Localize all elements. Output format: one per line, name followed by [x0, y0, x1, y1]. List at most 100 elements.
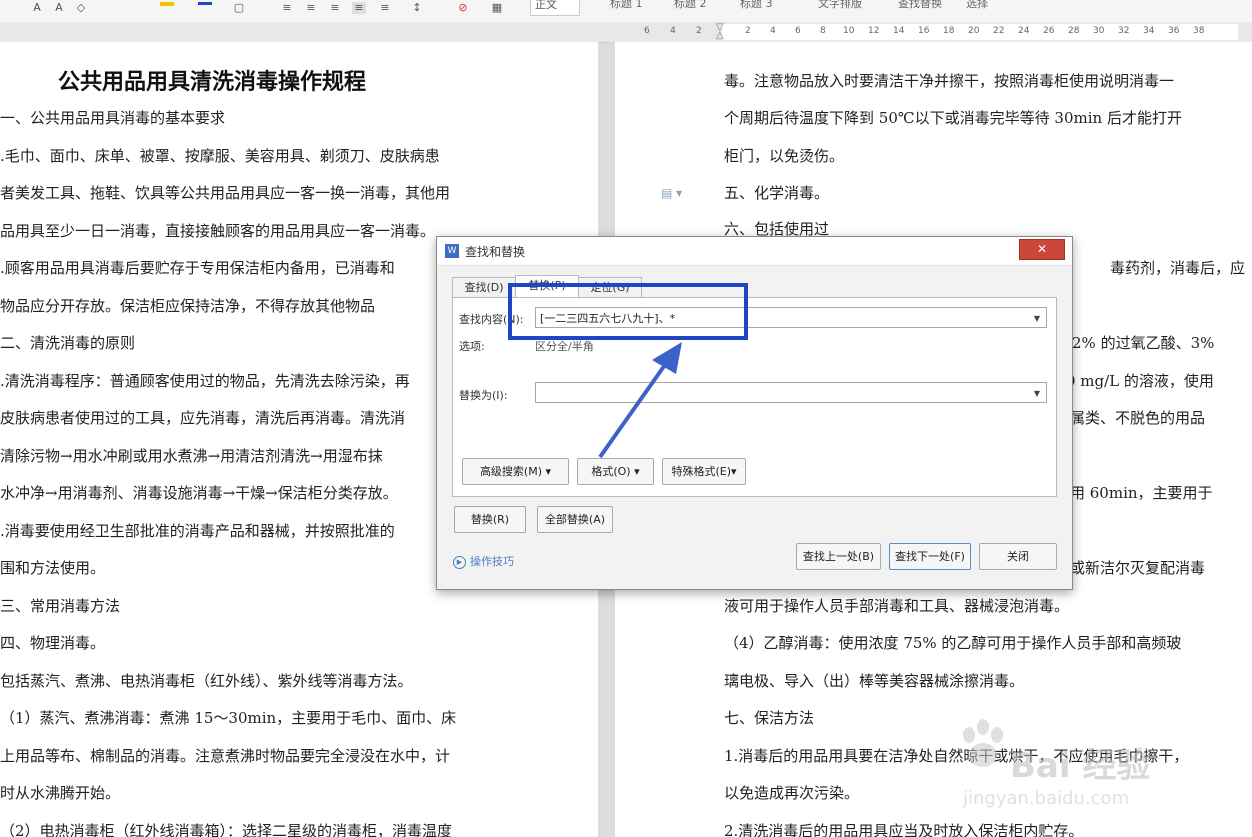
replace-input[interactable]: ▼ — [535, 382, 1047, 403]
document-line: .消毒要使用经卫生部批准的消毒产品和器械，并按照批准的 — [0, 522, 395, 540]
document-line: 者美发工具、拖鞋、饮具等公共用品用具应一客一换一消毒，其他用 — [0, 184, 451, 202]
ruler-number: 4 — [670, 26, 676, 36]
style-heading-1[interactable]: 标题 1 — [610, 0, 643, 12]
document-line: （4）乙醇消毒：使用浓度 75% 的乙醇可用于操作人员手部和高频玻 — [724, 634, 1182, 652]
align-right-icon[interactable]: ≡ — [328, 2, 342, 14]
tips-link-label: 操作技巧 — [470, 555, 514, 568]
document-line: 围和方法使用。 — [0, 559, 106, 577]
document-line: 品用具至少一日一消毒，直接接触顾客的用品用具应一客一消毒。 — [0, 222, 436, 240]
line-spacing-icon[interactable]: ↕ — [410, 2, 424, 14]
ruler-number: 2 — [696, 26, 702, 36]
ruler-number: 10 — [843, 26, 855, 36]
chevron-down-icon[interactable]: ▼ — [1034, 308, 1040, 329]
indent-marker-icon[interactable]: ▽ △ — [716, 23, 726, 41]
replace-label: 替换为(I): — [459, 389, 508, 402]
watermark-brand: Bai 经验 — [1010, 746, 1151, 786]
ruler-number: 28 — [1068, 26, 1080, 36]
document-line: 五、化学消毒。 — [724, 184, 830, 202]
select-button[interactable]: 选择 — [966, 0, 988, 12]
find-replace-button[interactable]: 查找替换 — [898, 0, 942, 12]
baidu-watermark: Bai 经验 jingyan.baidu.com — [955, 710, 1225, 810]
play-icon: ▶ — [453, 555, 466, 569]
document-line: 物品应分开存放。保洁柜应保持洁净，不得存放其他物品 — [0, 297, 376, 315]
table-icon[interactable]: ▦ — [490, 2, 504, 14]
document-line: 或新洁尔灭复配消毒 — [1070, 559, 1206, 577]
distribute-icon[interactable]: ≡ — [378, 2, 392, 14]
document-line: 四、物理消毒。 — [0, 634, 106, 652]
options-value: 区分全/半角 — [535, 340, 594, 353]
ruler-number: 26 — [1043, 26, 1055, 36]
font-color-icon[interactable] — [198, 2, 212, 5]
text-layout-button[interactable]: 文字排版 — [818, 0, 862, 12]
style-normal[interactable]: 正文 — [530, 0, 580, 16]
ruler-number: 4 — [770, 26, 776, 36]
find-previous-button[interactable]: 查找上一处(B) — [796, 543, 881, 570]
special-format-label: 特殊格式(E) — [671, 465, 731, 478]
close-icon[interactable]: ✕ — [1019, 239, 1065, 260]
document-line: 属类、不脱色的用品 — [1070, 409, 1206, 427]
chevron-down-icon: ▾ — [634, 465, 640, 478]
ruler-number: 2 — [745, 26, 751, 36]
ruler-number: 8 — [820, 26, 826, 36]
ruler[interactable]: 6 4 2 ▽ △ 2 4 6 8 10 12 14 16 18 20 22 24… — [0, 22, 1252, 43]
tab-find[interactable]: 查找(D) — [452, 277, 516, 298]
advanced-search-button[interactable]: 高级搜索(M) ▾ — [462, 458, 569, 485]
dialog-titlebar[interactable]: W 查找和替换 ✕ — [437, 237, 1072, 266]
ruler-number: 6 — [644, 26, 650, 36]
style-heading-3[interactable]: 标题 3 — [740, 0, 773, 12]
font-shrink-icon[interactable]: A — [52, 2, 66, 14]
clear-format-icon[interactable]: ◇ — [74, 2, 88, 14]
ruler-number: 36 — [1168, 26, 1180, 36]
paw-logo-icon — [963, 719, 1003, 767]
document-line: 二、清洗消毒的原则 — [0, 334, 136, 352]
format-button[interactable]: 格式(O) ▾ — [577, 458, 654, 485]
document-line: （2）电热消毒柜（红外线消毒箱）：选择二星级的消毒柜，消毒温度 — [0, 822, 453, 837]
document-line: 一、公共用品用具消毒的基本要求 — [0, 109, 226, 127]
tips-link[interactable]: ▶ 操作技巧 — [453, 553, 514, 569]
ruler-number: 20 — [968, 26, 980, 36]
border-icon[interactable]: ▢ — [232, 2, 246, 14]
style-heading-2[interactable]: 标题 2 — [674, 0, 707, 12]
document-line: .毛巾、面巾、床单、被罩、按摩服、美容用具、剃须刀、皮肤病患 — [0, 147, 440, 165]
shading-icon[interactable]: ⊘ — [456, 2, 470, 14]
ruler-number: 22 — [993, 26, 1005, 36]
font-size-icon[interactable]: A — [30, 2, 44, 14]
document-line: 2% 的过氧乙酸、3% — [1072, 334, 1215, 352]
align-left-icon[interactable]: ≡ — [280, 2, 294, 14]
chevron-down-icon: ▾ — [731, 465, 737, 478]
ruler-number: 14 — [893, 26, 905, 36]
ruler-number: 16 — [918, 26, 930, 36]
ruler-number: 24 — [1018, 26, 1030, 36]
document-line: 时从水沸腾开始。 — [0, 784, 121, 802]
annotation-highlight-box — [508, 283, 748, 340]
double-chevron-down-icon: ▾ — [545, 465, 552, 478]
find-next-button[interactable]: 查找下一处(F) — [889, 543, 971, 570]
close-button[interactable]: 关闭 — [979, 543, 1057, 570]
document-line: 液可用于操作人员手部消毒和工具、器械浸泡消毒。 — [724, 597, 1070, 615]
document-line: 以免造成再次污染。 — [724, 784, 860, 802]
document-line: 个周期后待温度下降到 50℃以下或消毒完毕等待 30min 后才能打开 — [724, 109, 1182, 127]
align-center-icon[interactable]: ≡ — [304, 2, 318, 14]
document-line: 包括蒸汽、煮沸、电热消毒柜（红外线）、紫外线等消毒方法。 — [0, 672, 413, 690]
ruler-number: 12 — [868, 26, 880, 36]
options-label: 选项: — [459, 340, 485, 353]
ruler-number: 18 — [943, 26, 955, 36]
document-line: 三、常用消毒方法 — [0, 597, 121, 615]
document-line: 七、保洁方法 — [724, 709, 815, 727]
ruler-number: 38 — [1193, 26, 1205, 36]
ruler-number: 6 — [795, 26, 801, 36]
replace-button[interactable]: 替换(R) — [454, 506, 526, 533]
highlight-color-icon[interactable] — [160, 2, 174, 6]
document-line: 璃电极、导入（出）棒等美容器械涂擦消毒。 — [724, 672, 1025, 690]
app-logo-icon: W — [445, 244, 459, 258]
chevron-down-icon[interactable]: ▼ — [1034, 383, 1040, 404]
replace-all-button[interactable]: 全部替换(A) — [537, 506, 613, 533]
document-line: 清除污物→用水冲刷或用水煮沸→用清洁剂清洗→用湿布抹 — [0, 447, 383, 465]
advanced-search-label: 高级搜索(M) — [479, 465, 543, 478]
special-format-button[interactable]: 特殊格式(E)▾ — [662, 458, 746, 485]
justify-icon[interactable]: ≡ — [352, 2, 366, 14]
ruler-number: 30 — [1093, 26, 1105, 36]
document-icon[interactable]: ▤ ▾ — [661, 186, 682, 200]
document-line: 毒药剂，消毒后，应 — [1110, 259, 1246, 277]
ruler-number: 34 — [1143, 26, 1155, 36]
